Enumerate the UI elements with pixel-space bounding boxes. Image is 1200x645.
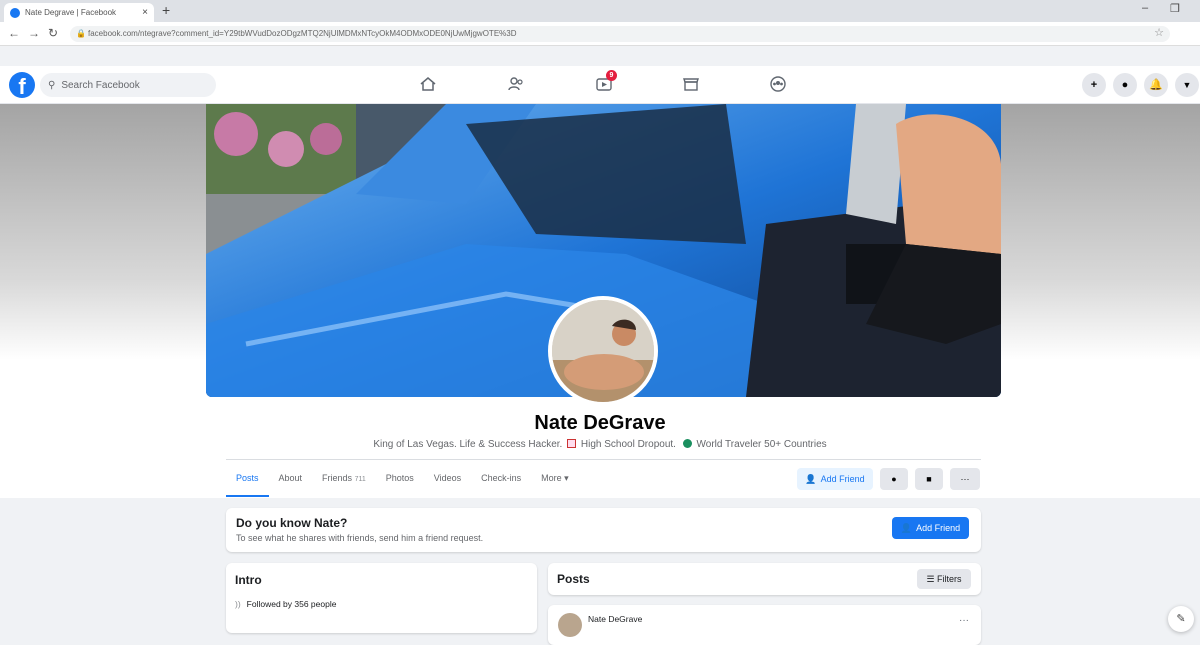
- tab-posts[interactable]: Posts: [226, 465, 269, 497]
- bookmark-icon: ■: [926, 474, 932, 484]
- profile-bio: King of Las Vegas. Life & Success Hacker…: [0, 439, 1200, 450]
- add-user-icon: 👤: [805, 473, 817, 484]
- profile-avatar[interactable]: [548, 296, 658, 406]
- tab-more[interactable]: More ▾: [531, 465, 579, 497]
- search-input[interactable]: ⚲ Search Facebook: [40, 73, 216, 97]
- post-author-name[interactable]: Nate DeGrave: [588, 614, 642, 624]
- tab-label: Photos: [385, 473, 414, 483]
- messenger-icon: ●: [891, 474, 897, 484]
- post-card: Nate DeGrave ···: [548, 605, 981, 645]
- add-friend-label: Add Friend: [820, 474, 865, 484]
- tab-check-ins[interactable]: Check-ins: [471, 465, 531, 497]
- profile-name: Nate DeGrave: [534, 412, 666, 434]
- new-message-edit-icon[interactable]: ✎: [1168, 606, 1194, 632]
- tab-friends[interactable]: Friends 711: [312, 465, 376, 497]
- followers-text: Followed by 356 people: [246, 599, 337, 609]
- more-options-button[interactable]: ···: [950, 468, 980, 490]
- search-placeholder: Search Facebook: [61, 79, 140, 91]
- tab-label: Friends: [322, 473, 353, 483]
- bio-text-1: King of Las Vegas. Life & Success Hacker…: [373, 439, 563, 450]
- facebook-logo[interactable]: f: [9, 72, 35, 98]
- new-tab-button[interactable]: +: [162, 2, 170, 18]
- bio-text-2: High School Dropout.: [580, 439, 676, 450]
- minimize-button[interactable]: –: [1142, 2, 1148, 14]
- add-friend-primary-button[interactable]: 👤 Add Friend: [892, 517, 969, 539]
- reload-icon[interactable]: ↻: [48, 26, 58, 40]
- tab-label: Posts: [236, 473, 259, 483]
- browser-tab[interactable]: Nate Degrave | Facebook ×: [4, 3, 154, 22]
- follow-button[interactable]: ■: [915, 468, 943, 490]
- messenger-icon[interactable]: ●: [1113, 73, 1137, 97]
- followers-row: )) Followed by 356 people: [235, 599, 336, 609]
- url-text: facebook.com/ntegrave?comment_id=Y29tbWV…: [88, 29, 517, 38]
- tab-close-icon[interactable]: ×: [142, 7, 148, 18]
- tab-label: About: [278, 473, 303, 483]
- friends-icon[interactable]: [506, 75, 526, 95]
- tab-label: Check-ins: [481, 473, 522, 483]
- know-person-card: Do you know Nate? To see what he shares …: [226, 508, 981, 552]
- know-title: Do you know Nate?: [236, 516, 348, 530]
- back-arrow-icon[interactable]: ←: [8, 26, 20, 40]
- post-more-button[interactable]: ···: [959, 615, 969, 626]
- facebook-top-nav: f ⚲ Search Facebook 9 + ● 🔔 ▼: [0, 66, 1200, 104]
- notification-badge: 9: [606, 70, 617, 81]
- browser-address-bar: ← → ↻ 🔒 facebook.com/ntegrave?comment_id…: [0, 22, 1200, 46]
- rss-icon: )): [235, 599, 241, 609]
- url-field[interactable]: 🔒 facebook.com/ntegrave?comment_id=Y29tb…: [70, 26, 1170, 42]
- lock-icon: 🔒: [76, 29, 86, 38]
- browser-tab-bar: Nate Degrave | Facebook × + – ❐: [0, 0, 1200, 22]
- search-icon: ⚲: [48, 79, 56, 91]
- message-button[interactable]: ●: [880, 468, 908, 490]
- watch-icon[interactable]: 9: [594, 70, 617, 95]
- profile-tabs: Posts About Friends 711 Photos Videos Ch…: [226, 465, 579, 497]
- globe-emoji-icon: [682, 439, 692, 448]
- tab-label: More ▾: [541, 473, 569, 483]
- restore-button[interactable]: ❐: [1170, 2, 1180, 15]
- filters-button[interactable]: ☰ Filters: [917, 569, 971, 589]
- filters-icon: ☰: [926, 574, 935, 584]
- add-friend-primary-label: Add Friend: [916, 523, 961, 533]
- tab-photos[interactable]: Photos: [376, 465, 424, 497]
- tab-videos[interactable]: Videos: [424, 465, 471, 497]
- add-friend-button[interactable]: 👤 Add Friend: [797, 468, 873, 490]
- flag-emoji-icon: [567, 439, 577, 448]
- home-icon[interactable]: [418, 75, 438, 95]
- filters-label: Filters: [937, 574, 962, 584]
- tab-title: Nate Degrave | Facebook: [25, 8, 117, 17]
- marketplace-icon[interactable]: [681, 75, 701, 95]
- know-subtitle: To see what he shares with friends, send…: [236, 533, 484, 543]
- posts-header-card: Posts ☰ Filters: [548, 563, 981, 595]
- profile-divider: [226, 459, 981, 460]
- forward-arrow-icon[interactable]: →: [28, 26, 40, 40]
- groups-icon[interactable]: [768, 75, 788, 95]
- add-user-icon: 👤: [900, 522, 913, 533]
- intro-title: Intro: [235, 573, 262, 587]
- tab-label: Videos: [433, 473, 462, 483]
- bookmark-star-icon[interactable]: ☆: [1154, 26, 1164, 39]
- account-menu-chevron-icon[interactable]: ▼: [1175, 73, 1199, 97]
- facebook-favicon-icon: [10, 7, 20, 18]
- friends-count: 711: [354, 476, 366, 483]
- posts-title: Posts: [557, 572, 590, 586]
- intro-card: Intro )) Followed by 356 people: [226, 563, 537, 633]
- post-author-avatar[interactable]: [558, 613, 582, 637]
- bio-text-3: World Traveler 50+ Countries: [696, 439, 827, 450]
- create-plus-button[interactable]: +: [1082, 73, 1106, 97]
- notifications-bell-icon[interactable]: 🔔: [1144, 73, 1168, 97]
- tab-about[interactable]: About: [269, 465, 313, 497]
